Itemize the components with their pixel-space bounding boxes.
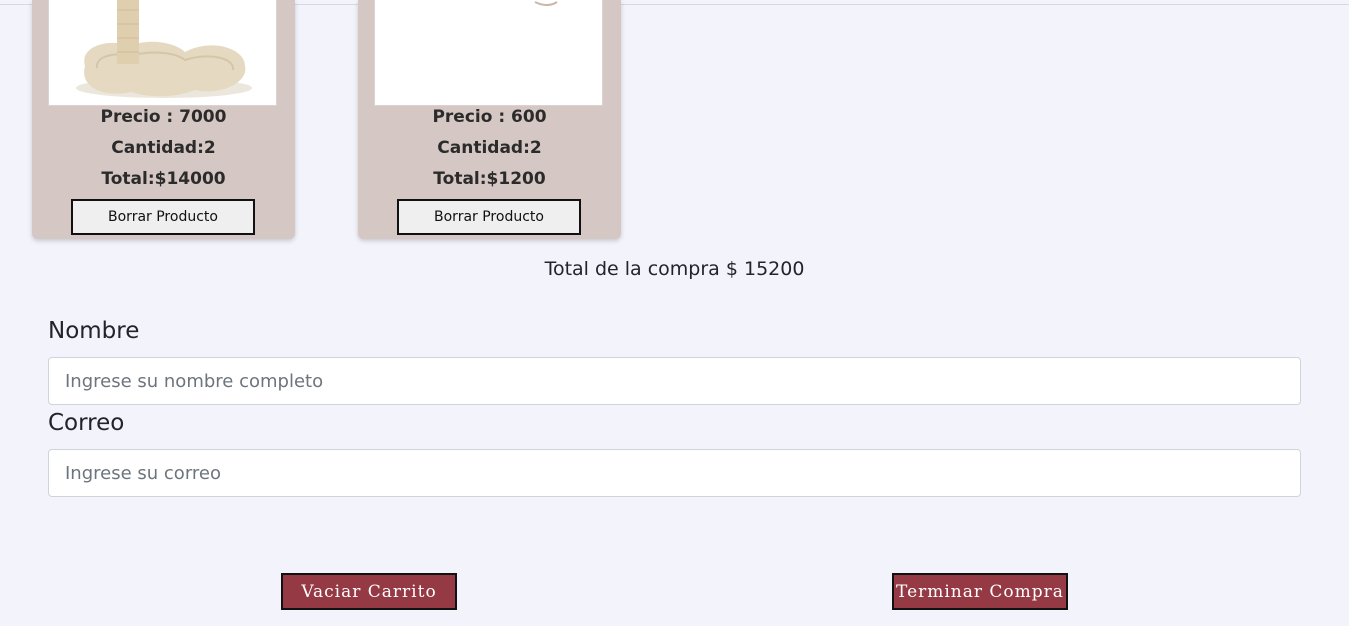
cat-scratching-post-image: [76, 0, 252, 98]
item-total: Total:$14000: [101, 169, 226, 189]
email-input[interactable]: [48, 449, 1301, 497]
name-input[interactable]: [48, 357, 1301, 405]
name-label: Nombre: [48, 318, 140, 344]
cart-item-card: Precio : 7000 Cantidad:2 Total:$14000 Bo…: [32, 0, 295, 239]
email-label: Correo: [48, 410, 125, 436]
product-image: [48, 0, 277, 106]
cart-total: Total de la compra $ 15200: [544, 258, 805, 280]
product-image: [534, 1, 558, 6]
delete-product-button[interactable]: Borrar Producto: [397, 199, 581, 235]
delete-product-button[interactable]: Borrar Producto: [71, 199, 255, 235]
item-total: Total:$1200: [433, 169, 546, 189]
product-image: [374, 0, 603, 106]
finish-purchase-button[interactable]: Terminar Compra: [892, 573, 1068, 610]
item-quantity: Cantidad:2: [111, 138, 216, 158]
item-price: Precio : 7000: [100, 107, 227, 127]
item-price: Precio : 600: [432, 107, 547, 127]
item-quantity: Cantidad:2: [437, 138, 542, 158]
empty-cart-button[interactable]: Vaciar Carrito: [281, 573, 457, 610]
cart-item-card: Precio : 600 Cantidad:2 Total:$1200 Borr…: [358, 0, 621, 239]
